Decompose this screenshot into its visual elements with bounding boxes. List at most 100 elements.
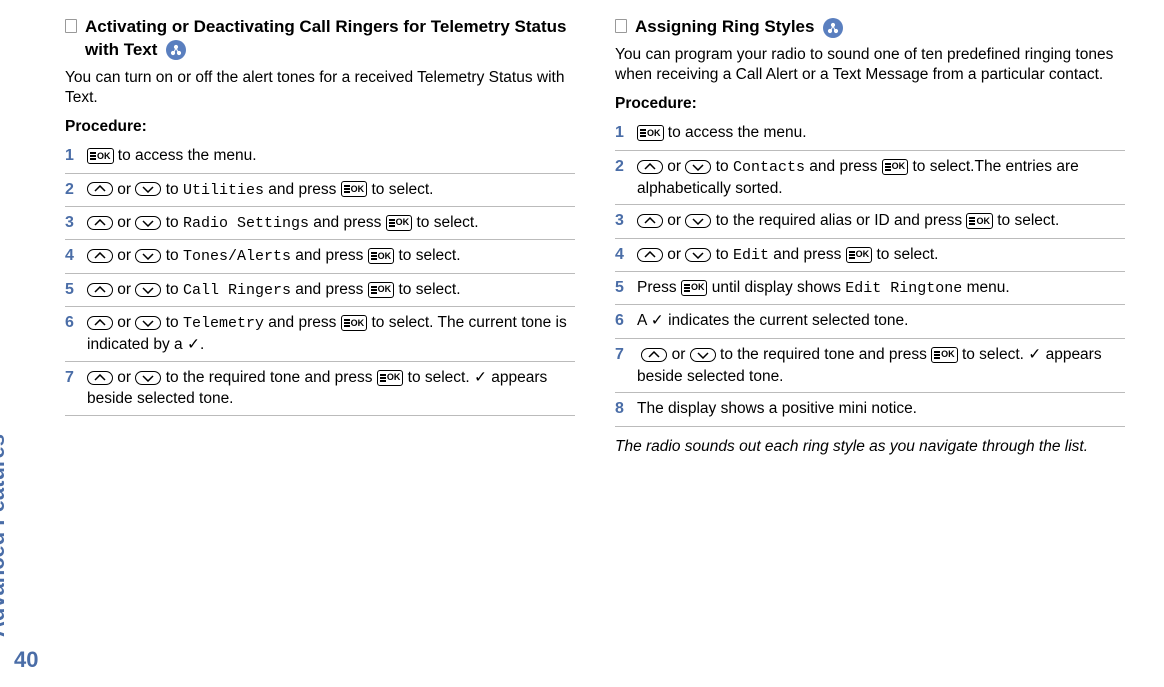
right-step-3: 3 or to the required alias or ID and pre… [615,205,1125,238]
step-number: 3 [65,212,87,234]
step-body: or to Call Ringers and press OK to selec… [87,279,575,301]
menu-text: Tones/Alerts [183,248,291,265]
right-step-6: 6 A ✓ indicates the current selected ton… [615,305,1125,338]
right-section-heading: Assigning Ring Styles [615,16,1125,39]
left-heading-text: Activating or Deactivating Call Ringers … [85,17,566,59]
step-number: 8 [615,398,637,420]
right-column: Assigning Ring Styles You can program yo… [615,10,1125,457]
right-step-5: 5 Press OK until display shows Edit Ring… [615,272,1125,305]
step-number: 4 [65,245,87,267]
right-step-2: 2 or to Contacts and press OK to select.… [615,151,1125,206]
step-body: or to Edit and press OK to select. [637,244,1125,266]
page-number: 40 [14,647,38,673]
document-bullet-icon [615,19,627,33]
ok-key-icon: OK [377,370,404,386]
right-step-4: 4 or to Edit and press OK to select. [615,239,1125,272]
left-step-4: 4 or to Tones/Alerts and press OK to sel… [65,240,575,273]
step-body: or to Utilities and press OK to select. [87,179,575,201]
left-procedure-label: Procedure: [65,118,575,136]
down-key-icon [135,283,161,297]
step-number: 5 [615,277,637,299]
menu-text: Radio Settings [183,215,309,232]
step-number: 1 [615,122,637,144]
up-key-icon [637,248,663,262]
step-number: 6 [65,312,87,334]
down-key-icon [685,214,711,228]
left-step-6: 6 or to Telemetry and press OK to select… [65,307,575,362]
ok-key-icon: OK [966,213,993,229]
ok-key-icon: OK [368,282,395,298]
right-step-1: 1 OK to access the menu. [615,117,1125,150]
ok-key-icon: OK [637,125,664,141]
left-intro: You can turn on or off the alert tones f… [65,68,575,108]
ok-key-icon: OK [368,248,395,264]
up-key-icon [87,283,113,297]
step-body: OK to access the menu. [637,122,1125,144]
right-procedure-label: Procedure: [615,95,1125,113]
menu-text: Edit Ringtone [845,280,962,297]
step-body: The display shows a positive mini notice… [637,398,1125,420]
step-number: 3 [615,210,637,232]
document-bullet-icon [65,19,77,33]
left-step-1: 1 OK to access the menu. [65,140,575,173]
ok-key-icon: OK [846,247,873,263]
menu-text: Telemetry [183,315,264,332]
down-key-icon [135,216,161,230]
left-step-5: 5 or to Call Ringers and press OK to sel… [65,274,575,307]
two-column-layout: Activating or Deactivating Call Ringers … [65,10,1144,457]
down-key-icon [135,316,161,330]
step-number: 7 [615,344,637,366]
right-heading-text: Assigning Ring Styles [635,17,814,36]
step-number: 4 [615,244,637,266]
step-body: OK to access the menu. [87,145,575,167]
left-step-7: 7 or to the required tone and press OK t… [65,362,575,416]
step-number: 1 [65,145,87,167]
side-tab-label: Advanced Features [0,434,10,637]
step-number: 2 [65,179,87,201]
step-number: 2 [615,156,637,178]
menu-text: Utilities [183,182,264,199]
down-key-icon [685,160,711,174]
up-key-icon [87,249,113,263]
step-body: Press OK until display shows Edit Ringto… [637,277,1125,299]
right-step-8: 8 The display shows a positive mini noti… [615,393,1125,426]
up-key-icon [637,214,663,228]
right-note: The radio sounds out each ring style as … [615,437,1125,457]
ok-key-icon: OK [341,315,368,331]
left-step-2: 2 or to Utilities and press OK to select… [65,174,575,207]
ok-key-icon: OK [87,148,114,164]
down-key-icon [685,248,711,262]
step-body: or to Contacts and press OK to select.Th… [637,156,1125,200]
right-intro: You can program your radio to sound one … [615,45,1125,85]
down-key-icon [135,182,161,196]
up-key-icon [87,216,113,230]
step-number: 6 [615,310,637,332]
left-step-3: 3 or to Radio Settings and press OK to s… [65,207,575,240]
network-icon [166,40,186,60]
step-body: or to the required alias or ID and press… [637,210,1125,232]
ok-key-icon: OK [341,181,368,197]
step-body: or to Telemetry and press OK to select. … [87,312,575,356]
menu-text: Edit [733,247,769,264]
ok-key-icon: OK [681,280,708,296]
step-body: or to Radio Settings and press OK to sel… [87,212,575,234]
up-key-icon [87,316,113,330]
left-steps: 1 OK to access the menu. 2 or to Utiliti… [65,140,575,416]
right-step-7: 7 or to the required tone and press OK t… [615,339,1125,393]
left-section-heading: Activating or Deactivating Call Ringers … [65,16,575,62]
step-number: 7 [65,367,87,389]
down-key-icon [690,348,716,362]
ok-key-icon: OK [386,215,413,231]
menu-text: Call Ringers [183,282,291,299]
network-icon [823,18,843,38]
step-number: 5 [65,279,87,301]
step-body: or to the required tone and press OK to … [87,367,575,410]
up-key-icon [641,348,667,362]
ok-key-icon: OK [931,347,958,363]
up-key-icon [87,182,113,196]
up-key-icon [87,371,113,385]
down-key-icon [135,371,161,385]
page: Advanced Features 40 Activating or Deact… [0,0,1164,687]
ok-key-icon: OK [882,159,909,175]
step-body: A ✓ indicates the current selected tone. [637,310,1125,332]
